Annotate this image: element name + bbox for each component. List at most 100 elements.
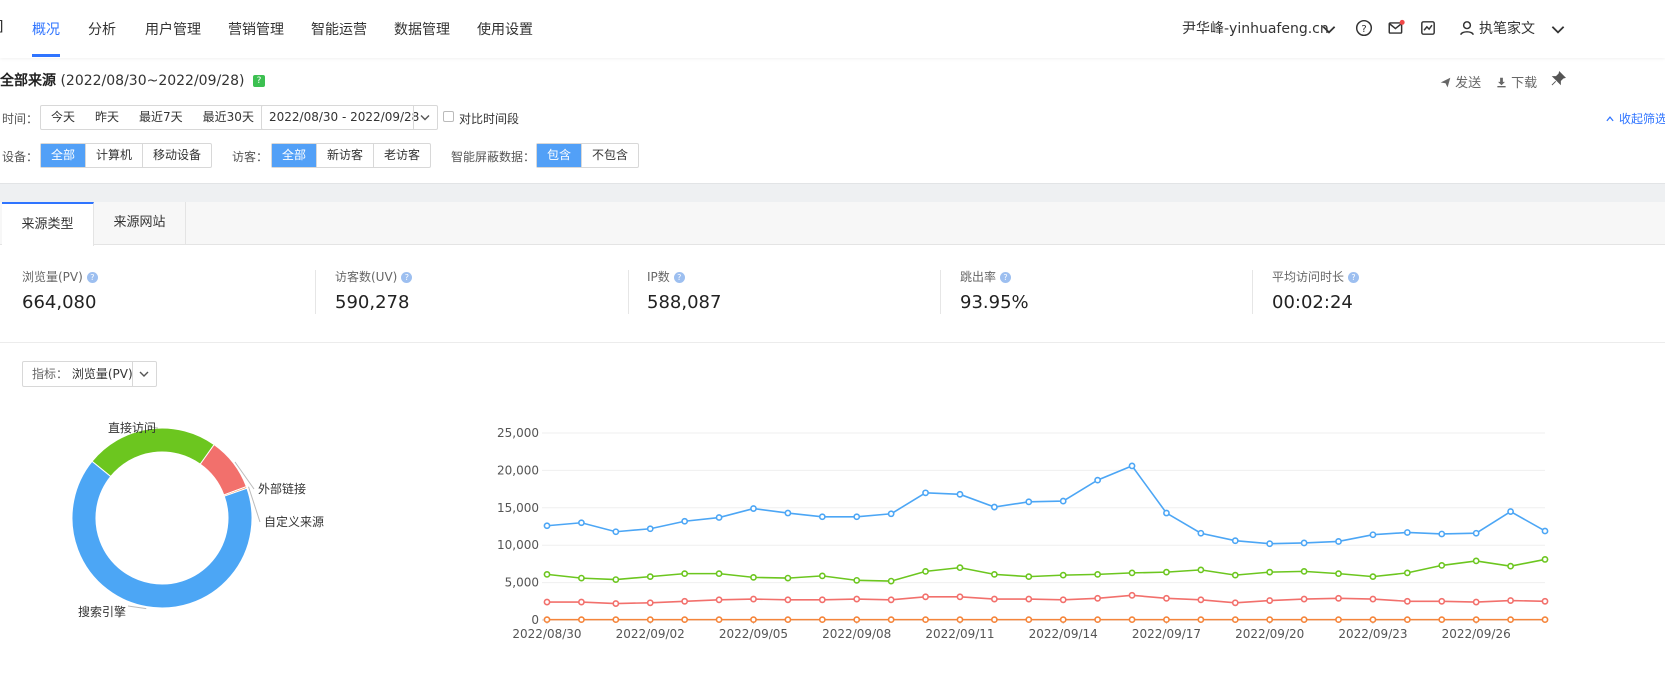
data-point[interactable] [1266, 540, 1274, 548]
data-point[interactable] [1197, 616, 1205, 624]
help-icon[interactable]: ? [1348, 272, 1360, 283]
data-point[interactable] [1335, 594, 1342, 602]
data-point[interactable] [990, 616, 998, 624]
help-icon[interactable]: ? [673, 272, 685, 283]
data-point[interactable] [818, 616, 826, 624]
data-point[interactable] [922, 616, 929, 624]
data-point[interactable] [1128, 462, 1136, 470]
data-point[interactable] [853, 616, 861, 624]
message-icon[interactable] [1387, 19, 1405, 37]
smart-option-exclude[interactable]: 不包含 [582, 144, 638, 167]
data-point[interactable] [1025, 595, 1033, 603]
data-point[interactable] [1335, 570, 1342, 578]
data-point[interactable] [956, 490, 964, 498]
data-point[interactable] [818, 513, 826, 521]
nav-item-overview[interactable]: 概况 [32, 19, 60, 39]
data-point[interactable] [1059, 571, 1067, 579]
pin-icon[interactable] [1551, 71, 1566, 86]
data-point[interactable] [612, 576, 620, 584]
data-point[interactable] [1231, 616, 1239, 624]
data-point[interactable] [750, 616, 757, 624]
data-point[interactable] [1541, 597, 1549, 605]
data-point[interactable] [887, 577, 895, 585]
data-point[interactable] [612, 600, 620, 607]
data-point[interactable] [1094, 570, 1102, 578]
time-option-yesterday[interactable]: 昨天 [85, 106, 129, 129]
data-point[interactable] [887, 596, 895, 604]
data-point[interactable] [853, 576, 861, 584]
data-point[interactable] [1507, 562, 1514, 570]
data-point[interactable] [956, 564, 964, 572]
chevron-down-icon[interactable] [1320, 20, 1338, 38]
device-option-computer[interactable]: 计算机 [86, 144, 144, 167]
data-point[interactable] [1403, 616, 1411, 624]
data-point[interactable] [1507, 616, 1514, 624]
data-point[interactable] [1163, 594, 1170, 602]
data-point[interactable] [543, 598, 551, 606]
data-point[interactable] [1541, 527, 1549, 535]
nav-item-smart-ops[interactable]: 智能运营 [311, 19, 367, 39]
data-point[interactable] [1300, 616, 1308, 624]
data-point[interactable] [750, 595, 757, 603]
data-point[interactable] [1369, 531, 1377, 539]
site-selector[interactable]: 尹华峰-yinhuafeng.cn [1182, 18, 1329, 38]
data-point[interactable] [1472, 557, 1480, 565]
data-point[interactable] [818, 596, 826, 604]
visitor-option-returning[interactable]: 老访客 [374, 144, 430, 167]
chevron-down-icon[interactable] [1549, 20, 1567, 38]
data-point[interactable] [1507, 597, 1514, 604]
data-point[interactable] [750, 573, 757, 581]
data-point[interactable] [750, 505, 757, 512]
data-point[interactable] [956, 593, 964, 601]
data-point[interactable] [1025, 616, 1033, 624]
data-point[interactable] [578, 574, 585, 582]
data-point[interactable] [1197, 596, 1205, 604]
tab-source-site[interactable]: 来源网站 [94, 202, 186, 245]
data-point[interactable] [1128, 569, 1136, 577]
data-point[interactable] [1335, 616, 1342, 624]
help-badge-icon[interactable]: ? [252, 75, 265, 87]
data-point[interactable] [1163, 568, 1170, 576]
data-point[interactable] [543, 616, 551, 624]
data-point[interactable] [681, 597, 689, 605]
data-point[interactable] [612, 616, 620, 624]
data-point[interactable] [715, 596, 723, 604]
data-point[interactable] [646, 599, 654, 607]
data-point[interactable] [853, 513, 861, 521]
data-point[interactable] [1094, 616, 1102, 624]
help-icon[interactable]: ? [401, 272, 413, 283]
data-point[interactable] [1335, 538, 1342, 545]
data-point[interactable] [990, 570, 998, 578]
data-point[interactable] [578, 616, 585, 624]
data-point[interactable] [1438, 597, 1446, 605]
data-point[interactable] [1197, 529, 1205, 537]
collapse-filters-link[interactable]: 收起筛选 [1605, 110, 1665, 127]
data-point[interactable] [1369, 595, 1377, 603]
data-point[interactable] [1438, 530, 1446, 538]
data-point[interactable] [818, 572, 826, 580]
time-option-today[interactable]: 今天 [41, 106, 85, 129]
data-point[interactable] [1403, 597, 1411, 605]
help-icon[interactable]: ? [86, 272, 98, 283]
data-point[interactable] [1403, 569, 1411, 577]
data-point[interactable] [1025, 498, 1033, 506]
data-point[interactable] [646, 573, 654, 581]
compare-checkbox[interactable] [443, 111, 454, 122]
data-point[interactable] [1025, 573, 1033, 581]
date-range-dropdown[interactable] [413, 106, 437, 129]
data-point[interactable] [1403, 529, 1411, 536]
data-point[interactable] [1472, 598, 1480, 606]
data-point[interactable] [1128, 616, 1136, 624]
data-point[interactable] [1266, 616, 1274, 624]
data-point[interactable] [1507, 508, 1514, 515]
data-point[interactable] [1128, 591, 1136, 599]
report-icon[interactable] [1419, 19, 1437, 37]
data-point[interactable] [543, 522, 551, 530]
time-option-last7[interactable]: 最近7天 [129, 106, 193, 129]
data-point[interactable] [646, 525, 654, 533]
data-point[interactable] [578, 598, 585, 606]
data-point[interactable] [1163, 509, 1170, 517]
data-point[interactable] [612, 528, 620, 536]
data-point[interactable] [1369, 616, 1377, 624]
data-point[interactable] [1094, 476, 1102, 484]
